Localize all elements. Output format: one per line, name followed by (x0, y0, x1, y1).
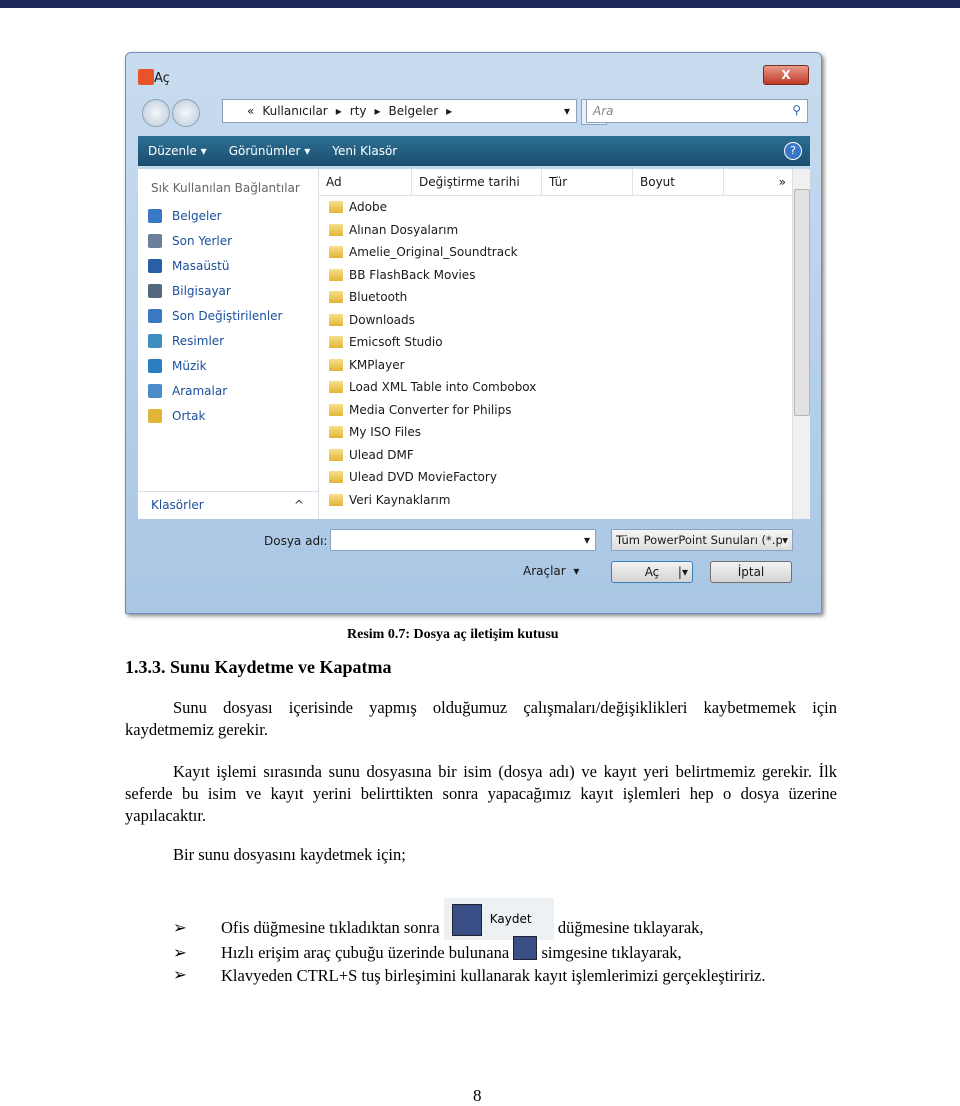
bullet-arrow-icon: ➢ (173, 965, 187, 984)
new-folder-button[interactable]: Yeni Klasör (332, 144, 397, 158)
sidebar-item[interactable]: Ortak (138, 403, 318, 428)
folder-icon (329, 426, 343, 439)
open-button[interactable]: Aç |▾ (611, 561, 693, 583)
folder-icon (148, 358, 162, 373)
column-type[interactable]: Tür (542, 169, 633, 195)
folders-toggle[interactable]: Klasörler ^ (138, 491, 318, 519)
folder-icon (329, 268, 343, 281)
help-icon[interactable]: ? (784, 142, 802, 160)
open-dialog-screenshot: Aç X « Kullanıcılar▸ rty▸ Belgeler▸ ▾ ⇆ … (125, 52, 822, 614)
file-list-item[interactable]: BB FlashBack Movies (319, 264, 810, 287)
paragraph: Kayıt işlemi sırasında sunu dosyasına bi… (125, 762, 837, 825)
folder-icon (329, 403, 343, 416)
dialog-title: Aç (154, 71, 170, 86)
file-list-item[interactable]: Media Converter for Philips (319, 399, 810, 422)
close-button[interactable]: X (763, 65, 809, 85)
figure-caption: Resim 0.7: Dosya aç iletişim kutusu (347, 627, 559, 642)
folder-icon (329, 358, 343, 371)
back-button[interactable] (142, 99, 170, 127)
file-list-item[interactable]: Amelie_Original_Soundtrack (319, 241, 810, 264)
folder-icon (329, 381, 343, 394)
folder-icon (329, 201, 343, 214)
sidebar-item[interactable]: Resimler (138, 328, 318, 353)
file-list-item[interactable]: Bluetooth (319, 286, 810, 309)
scrollbar[interactable] (792, 169, 810, 519)
chevron-down-icon: ▾ (583, 533, 590, 547)
folder-icon (329, 336, 343, 349)
file-list-item[interactable]: Adobe (319, 196, 810, 219)
column-date-modified[interactable]: Değiştirme tarihi (412, 169, 542, 195)
favorite-links-header: Sık Kullanılan Bağlantılar (151, 181, 300, 195)
more-columns-button[interactable]: » (724, 169, 794, 195)
folder-icon (329, 448, 343, 461)
folder-icon (148, 308, 162, 323)
sidebar-item[interactable]: Bilgisayar (138, 278, 318, 303)
bullet-arrow-icon: ➢ (173, 942, 187, 962)
breadcrumb-item[interactable]: Belgeler (389, 104, 439, 118)
folder-icon (329, 493, 343, 506)
file-list-item[interactable]: Alınan Dosyalarım (319, 219, 810, 242)
file-list-item[interactable]: KMPlayer (319, 354, 810, 377)
folder-icon (329, 313, 343, 326)
breadcrumb-item[interactable]: rty (350, 104, 367, 118)
folder-icon (148, 408, 162, 423)
file-list-item[interactable]: Ulead DMF (319, 444, 810, 467)
chevron-up-icon: ^ (293, 498, 304, 512)
favorite-links-pane: Sık Kullanılan Bağlantılar Belgeler Son Y… (138, 169, 319, 519)
sidebar-item[interactable]: Masaüstü (138, 253, 318, 278)
cancel-button[interactable]: İptal (710, 561, 792, 583)
address-bar[interactable]: « Kullanıcılar ▸ rty ▸ Belgeler ▸ ▾ (222, 99, 577, 123)
file-list-item[interactable]: Veri Kaynaklarım (319, 489, 810, 512)
section-heading: 1.3.3. Sunu Kaydetme ve Kapatma (125, 657, 392, 677)
page-top-bar (0, 0, 960, 8)
file-list-item[interactable]: Ulead DVD MovieFactory (319, 466, 810, 489)
column-size[interactable]: Boyut (633, 169, 724, 195)
save-button-image: Kaydet (443, 898, 554, 940)
toolbar: Düzenle ▾ Görünümler ▾ Yeni Klasör ? (138, 136, 810, 166)
folder-icon (329, 291, 343, 304)
breadcrumb-overflow[interactable]: « (247, 104, 254, 118)
file-list: Ad Değiştirme tarihi Tür Boyut » Adobe Al… (319, 169, 810, 519)
organize-button[interactable]: Düzenle ▾ (148, 144, 207, 158)
forward-button[interactable] (172, 99, 200, 127)
filename-input[interactable]: ▾ (330, 529, 596, 551)
page-number: 8 (473, 1086, 482, 1105)
save-icon (513, 936, 538, 960)
folder-icon (329, 223, 343, 236)
sidebar-item[interactable]: Aramalar (138, 378, 318, 403)
paragraph: Bir sunu dosyasını kaydetmek için; (173, 845, 406, 864)
file-type-select[interactable]: Tüm PowerPoint Sunuları (*.p ▾ (611, 529, 793, 551)
sidebar-item[interactable]: Son Değiştirilenler (138, 303, 318, 328)
column-name[interactable]: Ad (319, 169, 412, 195)
search-input[interactable]: Ara ⚲ (586, 99, 808, 123)
views-button[interactable]: Görünümler ▾ (229, 144, 311, 158)
bullet-item: ➢ Hızlı erişim araç çubuğu üzerinde bulun… (173, 936, 682, 966)
file-list-item[interactable]: Load XML Table into Combobox (319, 376, 810, 399)
paragraph: Sunu dosyası içerisinde yapmış olduğumuz… (125, 698, 837, 739)
search-icon: ⚲ (792, 103, 801, 117)
folder-icon (148, 383, 162, 398)
sidebar-item[interactable]: Son Yerler (138, 228, 318, 253)
breadcrumb-item[interactable]: Kullanıcılar (262, 104, 327, 118)
sidebar-item[interactable]: Müzik (138, 353, 318, 378)
tools-button[interactable]: Araçlar ▾ (523, 564, 579, 578)
sidebar-item[interactable]: Belgeler (138, 203, 318, 228)
file-list-item[interactable]: Downloads (319, 309, 810, 332)
file-list-item[interactable]: Emicsoft Studio (319, 331, 810, 354)
folder-icon (148, 233, 162, 248)
folder-icon (148, 283, 162, 298)
file-list-item[interactable]: My ISO Files (319, 421, 810, 444)
scrollbar-thumb[interactable] (794, 189, 810, 416)
folder-icon (148, 258, 162, 273)
folder-icon (148, 333, 162, 348)
powerpoint-icon (138, 69, 154, 85)
folder-icon (148, 208, 162, 223)
bullet-arrow-icon: ➢ (173, 917, 187, 937)
filename-label: Dosya adı: (264, 534, 328, 548)
bullet-item: ➢ Klavyeden CTRL+S tuş birleşimini kullan… (173, 965, 766, 985)
folder-icon (329, 246, 343, 259)
folder-icon (329, 471, 343, 484)
chevron-down-icon[interactable]: ▾ (564, 104, 570, 118)
